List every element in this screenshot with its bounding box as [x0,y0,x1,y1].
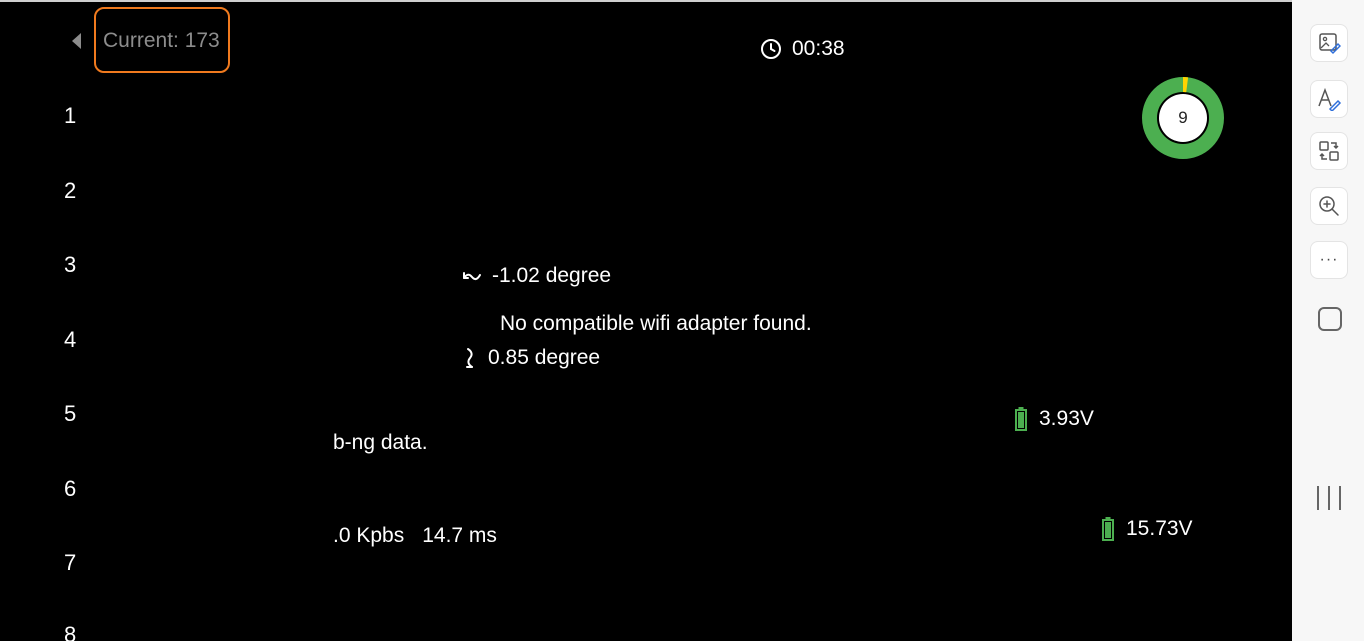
roll-readout: -1.02 degree [462,264,611,288]
channel-label: 4 [64,327,77,352]
gauge-value: 9 [1178,108,1188,127]
image-edit-icon [1319,33,1341,55]
channel-label: 2 [64,178,77,203]
channel-label: 7 [64,550,77,575]
channel-label: 3 [64,252,77,277]
image-edit-button[interactable] [1310,24,1348,62]
channel-label: 8 [64,622,77,641]
flight-timer: 00:38 [760,37,845,61]
battery-icon [1102,517,1114,541]
clock-icon [761,39,781,59]
pitch-value: 0.85 degree [488,346,601,369]
latency-value: 14.7 ms [422,524,497,547]
more-icon: ··· [1319,251,1339,268]
zoom-in-button[interactable] [1310,187,1348,225]
battery-icon [1015,407,1027,431]
pitch-icon [466,348,473,368]
back-arrow-icon[interactable] [70,32,82,50]
wifi-warning: No compatible wifi adapter found. [500,312,812,335]
air-battery-voltage: 3.93V [1039,407,1094,430]
air-battery: 3.93V [1015,407,1094,431]
roll-value: -1.02 degree [492,264,612,287]
roll-icon [463,272,481,281]
channel-label: 1 [64,103,77,128]
handle-icon[interactable] [1317,486,1341,510]
text-edit-icon [1318,87,1342,111]
channel-label: 5 [64,401,77,426]
swap-button[interactable] [1310,132,1348,170]
ground-battery-voltage: 15.73V [1126,517,1193,540]
bitrate-value: .0 Kpbs [333,524,405,547]
zoom-in-icon [1319,196,1339,216]
current-label: Current: 173 [103,29,220,52]
channel-label: 6 [64,476,77,501]
link-stats: .0 Kpbs 14.7 ms [333,524,497,548]
ground-battery: 15.73V [1102,517,1193,541]
text-edit-button[interactable] [1310,80,1348,118]
square-icon[interactable] [1318,307,1342,331]
pitch-readout: 0.85 degree [464,346,600,370]
more-button[interactable]: ··· [1310,241,1348,279]
timer-value: 00:38 [792,37,845,60]
status-message: b-ng data. [333,431,428,454]
swap-icon [1319,141,1339,161]
video-osd[interactable]: Current: 173 1 2 3 4 5 6 7 8 00:38 9 -1.… [0,2,1292,641]
